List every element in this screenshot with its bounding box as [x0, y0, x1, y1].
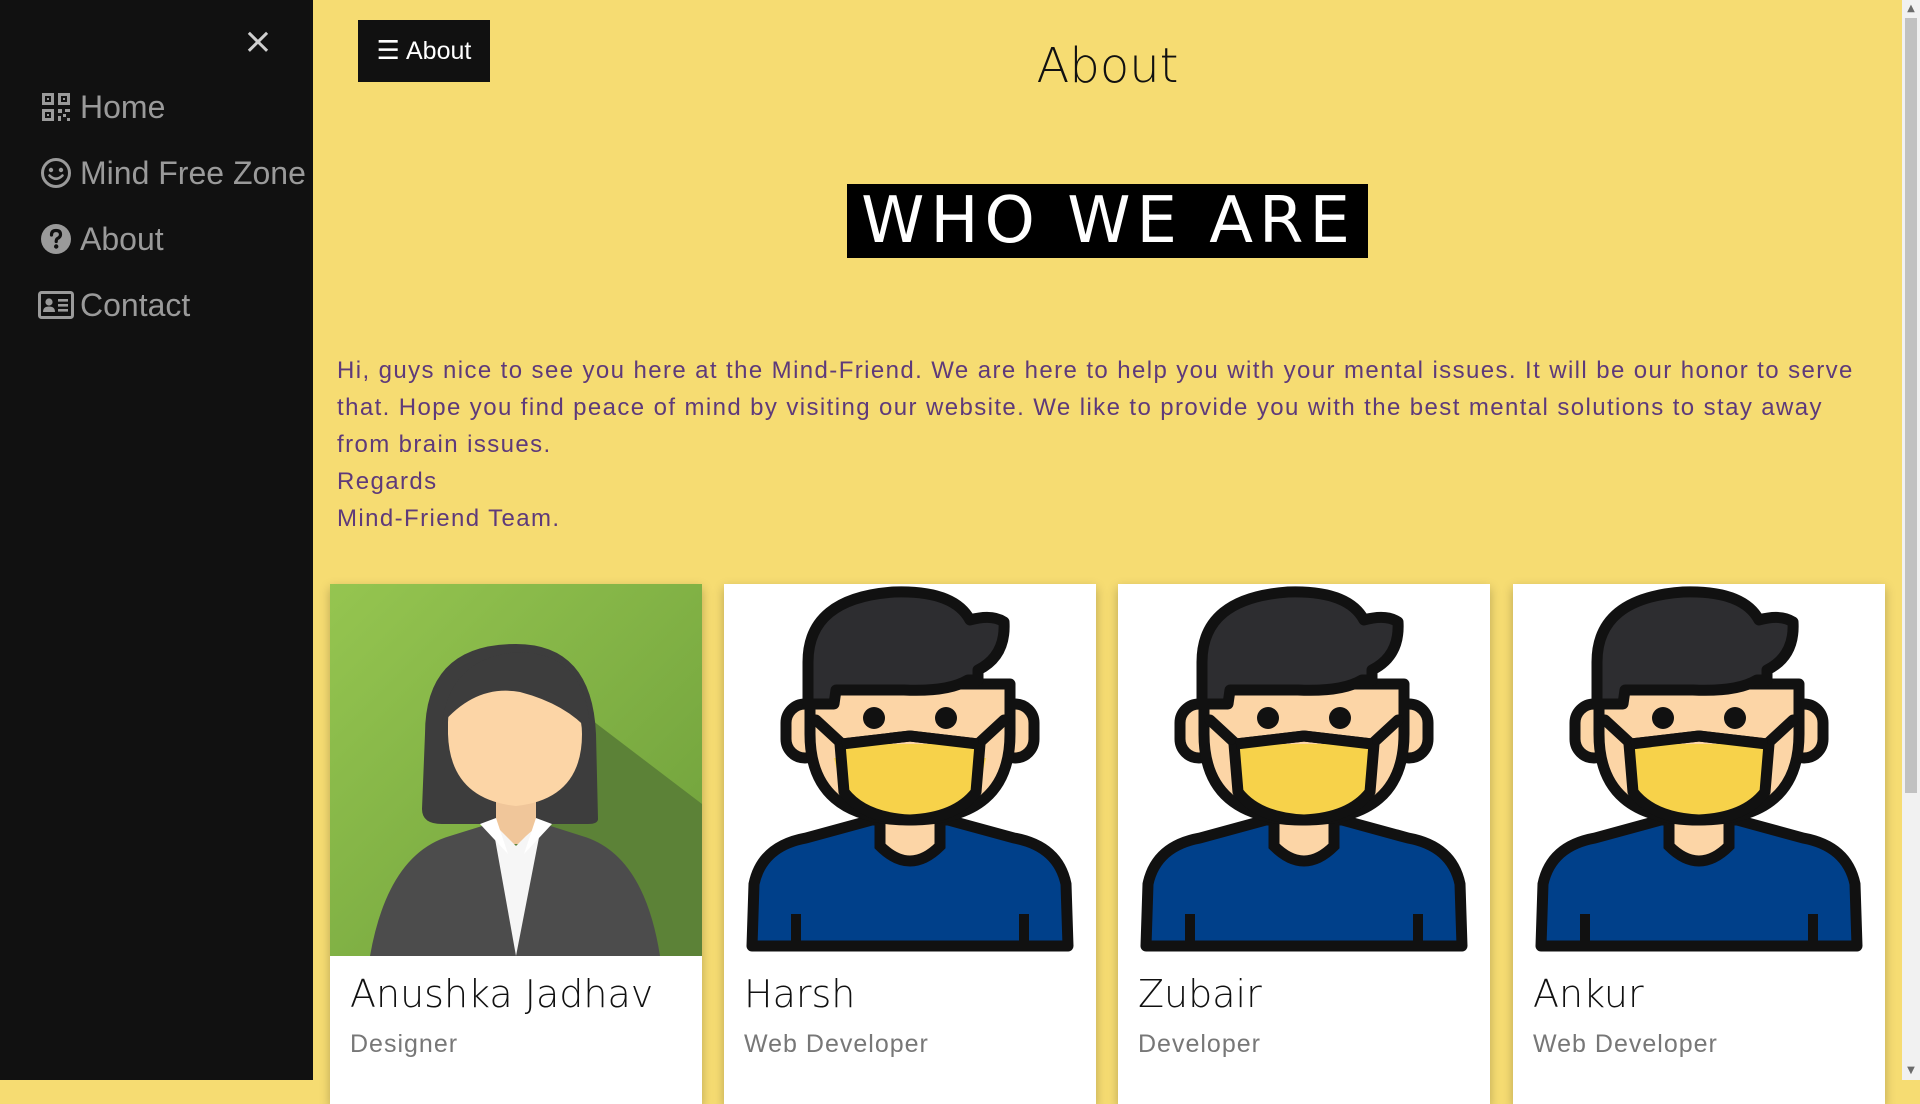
sidebar-item-contact[interactable]: Contact	[38, 279, 190, 331]
team-card: Harsh Web Developer	[724, 584, 1096, 1104]
team-card: Anushka Jadhav Designer	[330, 584, 702, 1104]
sidebar-item-label: Mind Free Zone	[80, 154, 306, 191]
section-heading-wrap: WHO WE ARE	[313, 184, 1902, 258]
sidebar-item-label: Home	[80, 88, 166, 125]
intro-signature: Mind-Friend Team.	[337, 505, 561, 532]
team-member-name: Harsh	[744, 972, 856, 1016]
scrollbar-thumb[interactable]	[1905, 18, 1917, 793]
qrcode-icon	[38, 89, 74, 125]
sidebar-item-label: Contact	[80, 286, 191, 323]
close-sidebar-button[interactable]: ×	[242, 24, 274, 60]
team-member-name: Zubair	[1138, 972, 1262, 1016]
question-circle-icon	[38, 221, 74, 257]
page-title: About	[1036, 38, 1179, 94]
masked-man-avatar	[1118, 584, 1490, 956]
masked-man-avatar	[1513, 584, 1885, 956]
sidebar-item-mind-free-zone[interactable]: Mind Free Zone	[38, 147, 306, 199]
team-member-name: Anushka Jadhav	[350, 972, 654, 1016]
masked-man-avatar	[724, 584, 1096, 956]
intro-paragraph: Hi, guys nice to see you here at the Min…	[337, 357, 1854, 458]
team-member-role: Web Developer	[1533, 1030, 1718, 1058]
team-member-name: Ankur	[1533, 972, 1644, 1016]
vertical-scrollbar[interactable]: ▲ ▼	[1902, 0, 1920, 1080]
smile-icon	[38, 155, 74, 191]
section-heading: WHO WE ARE	[847, 184, 1368, 258]
sidebar-item-home[interactable]: Home	[38, 81, 165, 133]
scroll-down-arrow-icon[interactable]: ▼	[1902, 1062, 1920, 1080]
team-card: Zubair Developer	[1118, 584, 1490, 1104]
sidebar: × Home Mind Free Zone About Contact	[0, 0, 313, 1080]
sidebar-item-label: About	[80, 220, 164, 257]
sidebar-item-about[interactable]: About	[38, 213, 164, 265]
team-member-role: Developer	[1138, 1030, 1261, 1058]
scroll-up-arrow-icon[interactable]: ▲	[1902, 0, 1920, 18]
woman-avatar	[330, 584, 702, 956]
address-card-icon	[38, 287, 74, 323]
team-card: Ankur Web Developer	[1513, 584, 1885, 1104]
intro-regards: Regards	[337, 468, 438, 495]
intro-text: Hi, guys nice to see you here at the Min…	[337, 352, 1877, 537]
team-member-role: Designer	[350, 1030, 459, 1058]
team-member-role: Web Developer	[744, 1030, 929, 1058]
